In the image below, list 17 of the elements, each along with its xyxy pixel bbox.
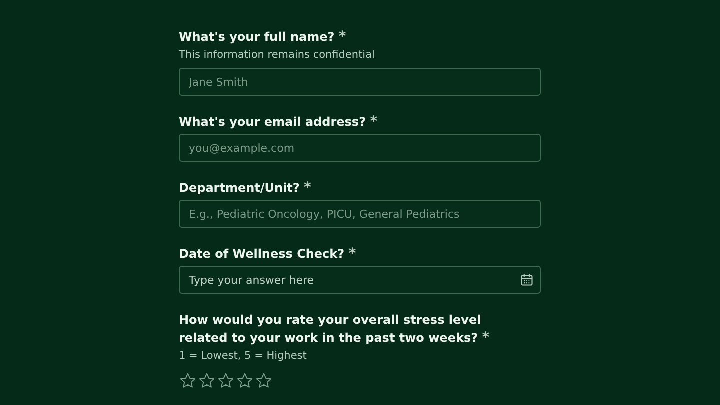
star-icon[interactable]: [198, 372, 216, 390]
question-label: Department/Unit? *: [179, 179, 312, 197]
hint-text: 1 = Lowest, 5 = Highest: [179, 349, 308, 364]
star-icon[interactable]: [255, 372, 273, 390]
date-field[interactable]: Type your answer here: [179, 266, 541, 294]
question-label: How would you rate your overall stress level related to your work in the past two weeks? *: [179, 312, 491, 347]
text-field[interactable]: E.g., Pediatric Oncology, PICU, General Pediatrics: [179, 200, 541, 228]
question-label: What's your full name? *: [179, 28, 348, 46]
text-field[interactable]: you@example.com: [179, 134, 541, 162]
star-icon[interactable]: [217, 372, 235, 390]
star-rating[interactable]: [179, 372, 273, 390]
question-label: What's your email address? *: [179, 113, 379, 131]
hint-text: This information remains confidential: [179, 48, 376, 63]
calendar-icon[interactable]: [520, 273, 534, 287]
star-icon[interactable]: [179, 372, 197, 390]
question-label: Date of Wellness Check? *: [179, 245, 358, 263]
star-icon[interactable]: [236, 372, 254, 390]
